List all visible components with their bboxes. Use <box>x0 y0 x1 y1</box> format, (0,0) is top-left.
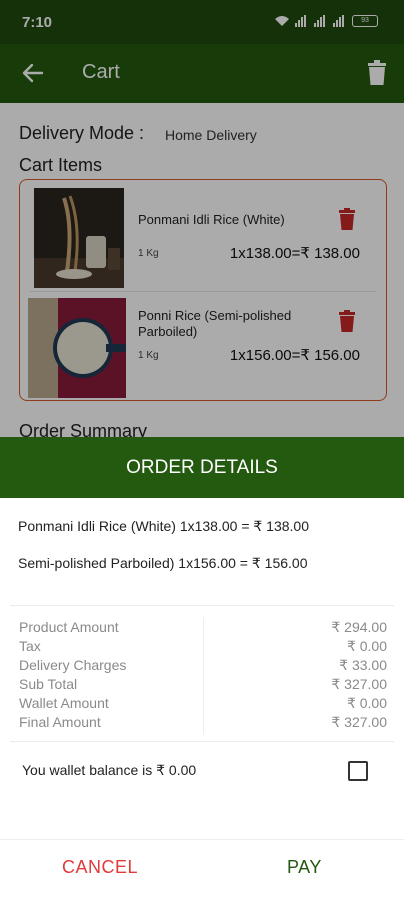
order-line-item: Semi-polished Parboiled) 1x156.00 = ₹ 15… <box>18 555 308 571</box>
summary-value: ₹ 0.00 <box>346 695 387 711</box>
summary-label: Sub Total <box>19 676 78 692</box>
divider <box>0 839 404 840</box>
order-details-title: ORDER DETAILS <box>0 437 404 498</box>
wallet-balance-text: You wallet balance is ₹ 0.00 <box>22 762 197 778</box>
order-line-item: Ponmani Idli Rice (White) 1x138.00 = ₹ 1… <box>18 518 310 534</box>
order-details-sheet: ORDER DETAILS Ponmani Idli Rice (White) … <box>0 437 404 900</box>
divider <box>203 617 204 735</box>
summary-label: Final Amount <box>19 714 101 730</box>
summary-label: Delivery Charges <box>19 657 127 673</box>
use-wallet-checkbox[interactable] <box>348 761 368 781</box>
summary-value: ₹ 33.00 <box>339 657 387 673</box>
summary-label: Product Amount <box>19 619 119 635</box>
summary-value: ₹ 327.00 <box>331 676 387 692</box>
pay-button[interactable]: PAY <box>287 857 322 878</box>
summary-value: ₹ 0.00 <box>346 638 387 654</box>
divider <box>10 605 394 606</box>
divider <box>10 741 394 742</box>
summary-value: ₹ 327.00 <box>331 714 387 730</box>
cancel-button[interactable]: CANCEL <box>62 857 138 878</box>
summary-label: Tax <box>19 638 41 654</box>
summary-label: Wallet Amount <box>19 695 109 711</box>
summary-value: ₹ 294.00 <box>331 619 387 635</box>
dim-overlay <box>0 0 404 443</box>
